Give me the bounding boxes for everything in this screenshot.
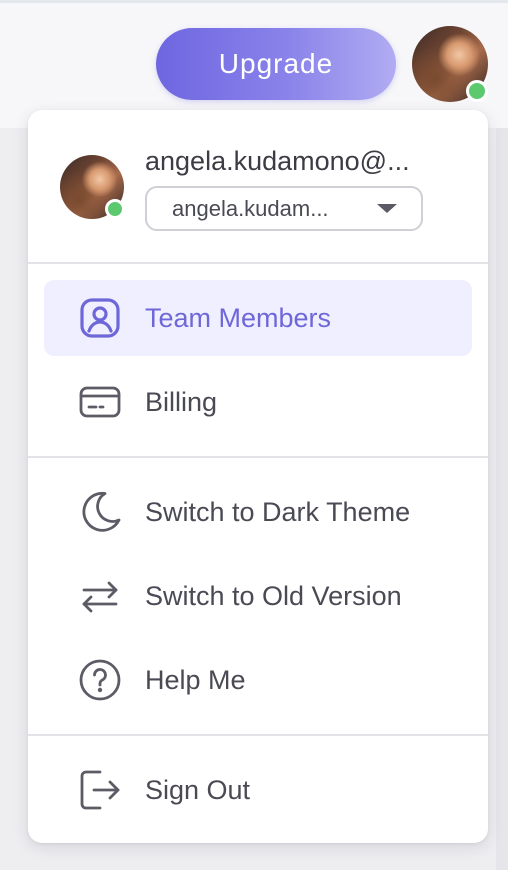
account-switcher-value: angela.kudam... <box>172 196 329 221</box>
page-background-edge <box>496 128 508 870</box>
menu-divider <box>28 456 488 458</box>
menu-divider <box>28 734 488 736</box>
menu-item-label: Team Members <box>145 303 332 333</box>
account-email: angela.kudamono@... <box>145 146 410 176</box>
user-square-icon <box>78 296 122 340</box>
upgrade-button[interactable]: Upgrade <box>156 28 396 100</box>
menu-item-label: Billing <box>145 387 218 417</box>
swap-arrows-icon <box>78 574 122 618</box>
chevron-down-icon <box>377 204 397 213</box>
menu-item-label: Switch to Old Version <box>145 581 402 611</box>
credit-card-icon <box>78 380 122 424</box>
menu-item-label: Sign Out <box>145 775 251 805</box>
menu-item-label: Switch to Dark Theme <box>145 497 411 527</box>
moon-icon <box>78 490 122 534</box>
menu-divider <box>28 262 488 264</box>
online-status-dot <box>466 80 488 102</box>
menu-item-label: Help Me <box>145 665 246 695</box>
sign-out-icon <box>78 768 122 812</box>
menu-online-status-dot <box>105 199 125 219</box>
help-circle-icon <box>78 658 122 702</box>
